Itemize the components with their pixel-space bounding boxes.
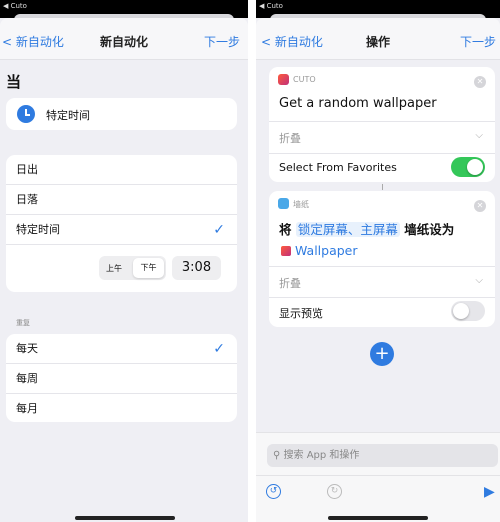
nav-bar: < 新自动化 新自动化 下一步 <box>0 18 248 60</box>
back-label: 新自动化 <box>15 35 64 49</box>
remove-action-icon[interactable]: ✕ <box>474 76 486 88</box>
search-icon: ⚲ <box>273 450 281 461</box>
left-screen: ◀ Cuto < 新自动化 新自动化 下一步 当 特定时间 日出 日落 特定时间… <box>0 0 248 522</box>
sentence-middle: 墙纸设为 <box>404 222 455 237</box>
when-heading: 当 <box>6 73 22 91</box>
action-app-label: CUTO <box>293 75 316 84</box>
option-label: 日出 <box>16 163 38 176</box>
repeat-monthly[interactable]: 每月 <box>6 394 237 422</box>
option-specific-time[interactable]: 特定时间 ✓ <box>6 215 237 245</box>
remove-action-icon[interactable]: ✕ <box>474 200 486 212</box>
cuto-app-icon <box>278 74 289 85</box>
action-card-cuto[interactable]: CUTO ✕ Get a random wallpaper 折叠 ⌵ Selec… <box>269 67 495 182</box>
wallpaper-app-icon <box>278 198 289 209</box>
connector-line <box>382 184 383 190</box>
action-app-label: 墙纸 <box>293 200 309 209</box>
wallpaper-variable-token[interactable]: Wallpaper <box>279 243 360 258</box>
search-input[interactable]: ⚲ 搜索 App 和操作 <box>267 444 498 467</box>
chevron-down-icon[interactable]: ⌵ <box>475 130 483 141</box>
option-label: 显示预览 <box>279 307 323 320</box>
action-sentence: 将 锁定屏幕、主屏幕 墙纸设为 Wallpaper <box>279 219 489 261</box>
option-label: Select From Favorites <box>279 161 397 174</box>
action-card-wallpaper[interactable]: 墙纸 ✕ 将 锁定屏幕、主屏幕 墙纸设为 Wallpaper 折叠 ⌵ 显示预览 <box>269 191 495 327</box>
chevron-down-icon[interactable]: ⌵ <box>475 275 483 286</box>
run-play-icon[interactable]: ▶ <box>484 484 495 500</box>
repeat-card: 每天 ✓ 每周 每月 <box>6 334 237 422</box>
option-label: 特定时间 <box>16 223 60 236</box>
clock-icon <box>17 105 35 123</box>
back-to-app-link[interactable]: ◀ Cuto <box>3 2 27 10</box>
collapse-toggle[interactable]: 折叠 <box>279 130 301 146</box>
home-indicator <box>75 516 175 520</box>
undo-icon[interactable]: ↺ <box>266 484 281 499</box>
back-button[interactable]: < 新自动化 <box>2 33 64 50</box>
cuto-app-icon <box>281 246 291 256</box>
checkmark-icon: ✓ <box>213 222 225 238</box>
screen-target-token[interactable]: 锁定屏幕、主屏幕 <box>295 222 400 237</box>
back-button[interactable]: < 新自动化 <box>261 33 323 50</box>
home-indicator <box>328 516 428 520</box>
bottom-panel: ⚲ 搜索 App 和操作 ↺ ↻ ▶ <box>256 432 500 522</box>
option-sunset[interactable]: 日落 <box>6 185 237 215</box>
repeat-daily[interactable]: 每天 ✓ <box>6 334 237 364</box>
redo-icon[interactable]: ↻ <box>327 484 342 499</box>
option-label: 每周 <box>16 372 38 385</box>
favorites-toggle[interactable] <box>451 157 485 177</box>
repeat-heading: 重复 <box>16 319 30 327</box>
next-button[interactable]: 下一步 <box>460 33 496 50</box>
option-label: 日落 <box>16 193 38 206</box>
sentence-prefix: 将 <box>279 222 292 237</box>
am-option[interactable]: 上午 <box>106 263 122 274</box>
checkmark-icon: ✓ <box>213 341 225 357</box>
nav-bar: < 新自动化 操作 下一步 <box>256 18 500 60</box>
trigger-label: 特定时间 <box>46 109 90 122</box>
option-label: 每天 <box>16 342 38 355</box>
back-to-app-link[interactable]: ◀ Cuto <box>259 2 283 10</box>
option-sunrise[interactable]: 日出 <box>6 155 237 185</box>
time-options-card: 日出 日落 特定时间 ✓ 上午 下午 3:08 <box>6 155 237 292</box>
variable-label: Wallpaper <box>294 243 358 258</box>
pm-option[interactable]: 下午 <box>133 258 164 278</box>
add-action-button[interactable]: + <box>370 342 394 366</box>
next-button[interactable]: 下一步 <box>204 33 240 50</box>
ampm-segment[interactable]: 上午 下午 <box>99 256 166 280</box>
trigger-card[interactable]: 特定时间 <box>6 98 237 130</box>
collapse-toggle[interactable]: 折叠 <box>279 275 301 291</box>
time-field[interactable]: 3:08 <box>172 256 221 280</box>
right-screen: ◀ Cuto < 新自动化 操作 下一步 CUTO ✕ Get a random… <box>256 0 500 522</box>
search-placeholder: 搜索 App 和操作 <box>283 450 360 461</box>
repeat-weekly[interactable]: 每周 <box>6 364 237 394</box>
back-label: 新自动化 <box>274 35 323 49</box>
action-title: Get a random wallpaper <box>279 96 437 111</box>
option-label: 每月 <box>16 402 38 415</box>
preview-toggle[interactable] <box>451 301 485 321</box>
